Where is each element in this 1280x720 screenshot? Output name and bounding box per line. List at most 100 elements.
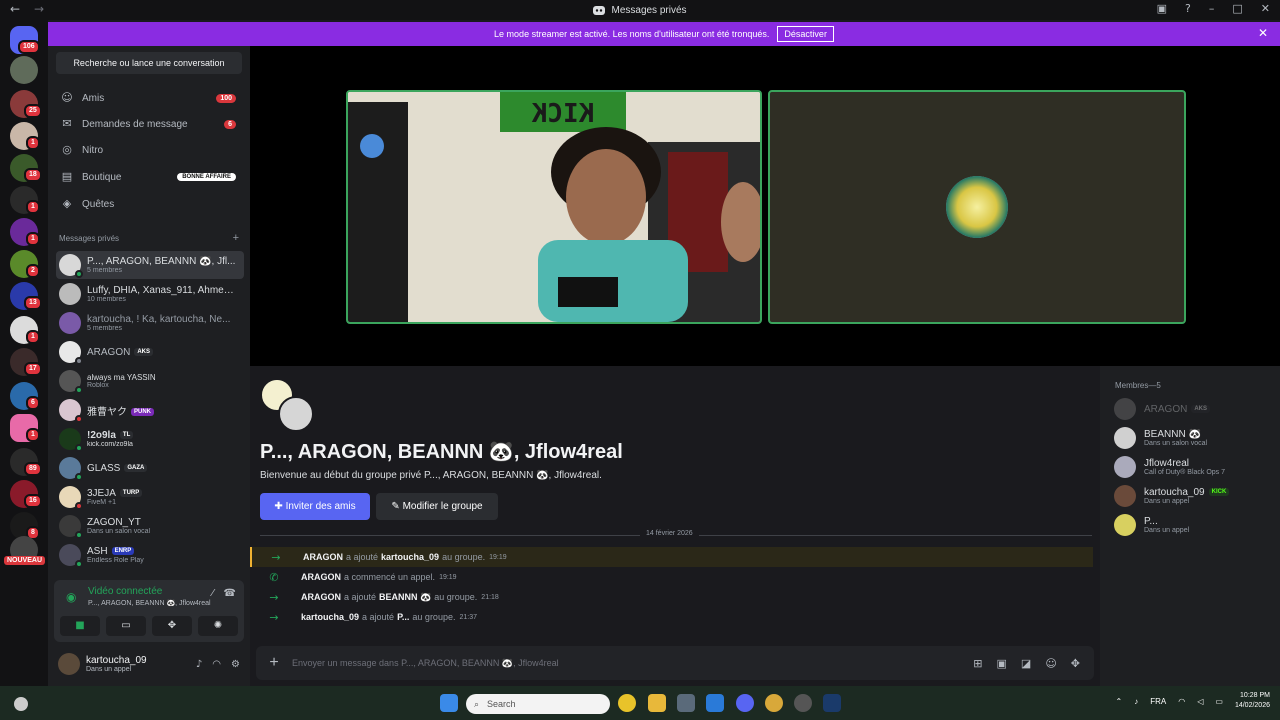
noise-suppression-icon[interactable]: ⁄ (212, 588, 214, 599)
tail: au groupe. (434, 592, 478, 602)
battery-icon[interactable]: ▭ (1215, 697, 1223, 706)
video-tile-camera[interactable]: KICK (346, 90, 762, 324)
start-icon[interactable] (440, 694, 458, 712)
member-item[interactable]: kartoucha_09 KICK Dans un appel (1114, 483, 1274, 509)
deal-badge: BONNE AFFAIRE (177, 173, 236, 181)
emoji-icon[interactable]: ☺ (1045, 657, 1056, 670)
language-indicator[interactable]: FRA (1150, 697, 1166, 706)
mail-app-icon[interactable] (706, 694, 724, 712)
date-label: 14 février 2026 (640, 530, 699, 537)
nav-nitro[interactable]: ◎ Nitro (56, 138, 244, 162)
dm-item[interactable]: GLASS GAZA (56, 454, 244, 482)
volume-icon[interactable]: ◁ (1197, 697, 1203, 706)
apps-icon[interactable]: ✥ (1071, 657, 1080, 670)
clan-tag: PUNK (131, 407, 155, 416)
nav-message-requests[interactable]: ✉ Demandes de message 6 (56, 112, 244, 136)
disable-streamer-button[interactable]: Désactiver (777, 26, 834, 42)
disconnect-icon[interactable]: ☎ (224, 588, 236, 599)
steam-icon[interactable] (823, 694, 841, 712)
user-avatar (59, 341, 83, 365)
chrome-icon[interactable] (618, 694, 636, 712)
microphone-icon[interactable]: ♪ (196, 659, 202, 670)
server-badge: 89 (24, 462, 42, 476)
group-avatar (59, 254, 83, 278)
screen-share-button[interactable]: ▭ (106, 616, 146, 636)
avatar[interactable] (58, 653, 80, 675)
server-icon[interactable] (10, 56, 38, 84)
search-icon: ⌕ (474, 698, 480, 709)
widgets-icon[interactable] (14, 697, 28, 711)
nav-label: Boutique (82, 171, 122, 183)
webcam-feed-image: KICK (348, 92, 760, 322)
member-name: P... (1144, 516, 1158, 527)
gif-icon[interactable]: ▣ (997, 657, 1007, 670)
close-window-button[interactable]: ✕ (1261, 2, 1270, 15)
mic-icon[interactable]: ♪ (1134, 697, 1138, 706)
app-icon[interactable] (794, 694, 812, 712)
back-button[interactable]: ← (10, 2, 20, 16)
search-conversation-button[interactable]: Recherche ou lance une conversation (56, 52, 242, 74)
dm-item[interactable]: P..., ARAGON, BEANNN 🐼, Jfl... 5 membres (56, 251, 244, 279)
target[interactable]: kartoucha_09 (381, 552, 439, 562)
voice-channel[interactable]: P..., ARAGON, BEANNN 🐼, Jflow4real (88, 599, 211, 607)
dm-item[interactable]: 3JEJA TURP FiveM +1 (56, 483, 244, 511)
clock[interactable]: 10:28 PM 14/02/2026 (1235, 691, 1270, 711)
forward-button[interactable]: → (34, 2, 44, 16)
soundboard-button[interactable]: ✺ (198, 616, 238, 636)
dm-name: 雅曹ヤク (87, 406, 127, 418)
message-input[interactable]: Envoyer un message dans P..., ARAGON, BE… (292, 658, 973, 669)
member-item[interactable]: Jflow4real Call of Duty® Black Ops 7 (1114, 454, 1274, 480)
dm-item[interactable]: !2o9la TL kick.com/zo9la (56, 425, 244, 453)
target[interactable]: P... (397, 612, 409, 622)
nav-quests[interactable]: ◈ Quêtes (56, 192, 244, 216)
taskbar-search[interactable]: ⌕ Search (466, 694, 610, 714)
minimize-button[interactable]: – (1209, 2, 1215, 15)
tray-chevron-icon[interactable]: ⌃ (1116, 697, 1123, 706)
actor[interactable]: ARAGON (303, 552, 343, 562)
dm-item[interactable]: ARAGON AKS (56, 338, 244, 366)
actor[interactable]: kartoucha_09 (301, 612, 359, 622)
dm-item[interactable]: kartoucha, ! Ka, kartoucha, Ne... 5 membr… (56, 309, 244, 337)
member-item[interactable]: BEANNN 🐼 Dans un salon vocal (1114, 425, 1274, 451)
add-dm-button[interactable]: + (233, 233, 239, 244)
wifi-icon[interactable]: ◠ (1178, 697, 1185, 706)
gift-icon[interactable]: ⊞ (973, 657, 982, 670)
kick-sign: KICK (531, 99, 594, 129)
file-explorer-icon[interactable] (648, 694, 666, 712)
sticker-icon[interactable]: ◪ (1021, 657, 1031, 670)
nav-friends[interactable]: ☺ Amis 100 (56, 86, 244, 110)
settings-gear-icon[interactable]: ⚙ (231, 659, 240, 670)
dm-header-label: Messages privés (59, 234, 120, 243)
target[interactable]: BEANNN 🐼 (379, 592, 431, 603)
help-icon[interactable]: ? (1185, 2, 1191, 15)
camera-button[interactable]: ■ (60, 616, 100, 636)
dm-item[interactable]: 雅曹ヤク PUNK (56, 396, 244, 424)
discord-app-icon[interactable] (736, 694, 754, 712)
member-item[interactable]: P... Dans un appel (1114, 512, 1274, 538)
member-item[interactable]: ARAGON AKS (1114, 396, 1274, 422)
home-badge: 106 (18, 40, 40, 54)
nav-shop[interactable]: ▤ Boutique BONNE AFFAIRE (56, 165, 244, 189)
dm-item[interactable]: ASH ENRP Endless Role Play (56, 541, 244, 569)
action: a commencé un appel. (344, 572, 436, 582)
video-tile-avatar[interactable] (768, 90, 1186, 324)
headphones-icon[interactable]: ◠ (212, 659, 221, 670)
invite-friends-button[interactable]: ✚ Inviter des amis (260, 493, 370, 520)
inbox-icon[interactable]: ▣ (1157, 2, 1167, 15)
chrome-profile-icon[interactable] (765, 694, 783, 712)
member-status: Dans un salon vocal (1144, 440, 1208, 447)
dm-item[interactable]: always ma YASSIN Roblox (56, 367, 244, 395)
store-icon[interactable] (677, 694, 695, 712)
dm-item[interactable]: ZAGON_YT Dans un salon vocal (56, 512, 244, 540)
actor[interactable]: ARAGON (301, 572, 341, 582)
maximize-button[interactable]: □ (1232, 2, 1242, 15)
activities-button[interactable]: ✥ (152, 616, 192, 636)
actor[interactable]: ARAGON (301, 592, 341, 602)
server-badge: 16 (24, 494, 42, 508)
dm-sidebar: Recherche ou lance une conversation ☺ Am… (48, 46, 250, 686)
attach-plus-icon[interactable]: + (256, 654, 292, 672)
dm-name: Luffy, DHIA, Xanas_911, Ahmed... (87, 285, 237, 296)
edit-group-button[interactable]: ✎ Modifier le groupe (376, 493, 498, 520)
close-icon[interactable]: ✕ (1258, 26, 1268, 40)
dm-item[interactable]: Luffy, DHIA, Xanas_911, Ahmed... 10 membr… (56, 280, 244, 308)
